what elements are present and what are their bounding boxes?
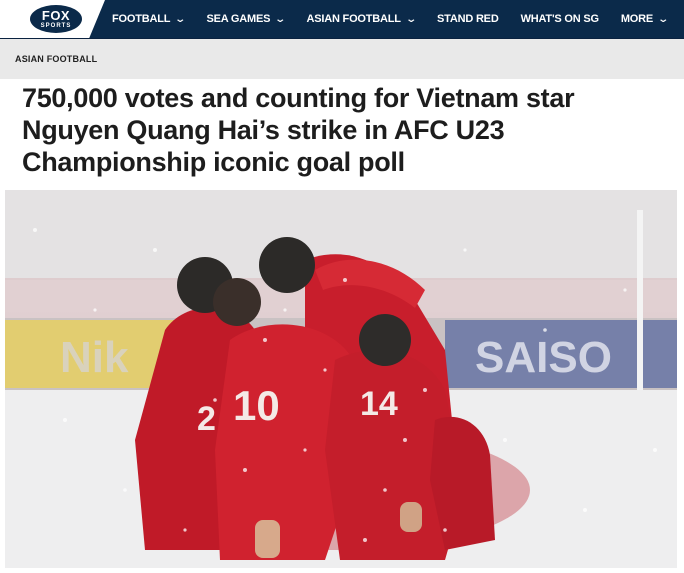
player-head xyxy=(213,278,261,326)
logo-area[interactable]: FOX SPORTS xyxy=(0,0,105,38)
nav-item-stand-red[interactable]: STAND RED xyxy=(437,13,499,25)
player-head xyxy=(359,314,411,366)
chevron-down-icon: ⌄ xyxy=(174,13,187,25)
chevron-down-icon: ⌄ xyxy=(274,13,287,25)
top-nav: FOX SPORTS FOOTBALL ⌄ SEA GAMES ⌄ ASIAN … xyxy=(0,0,684,39)
nav-item-label: MORE xyxy=(620,13,654,25)
player-head xyxy=(259,237,315,293)
nav-item-label: ASIAN FOOTBALL xyxy=(306,13,401,25)
nav-menu: FOOTBALL ⌄ SEA GAMES ⌄ ASIAN FOOTBALL ⌄ … xyxy=(112,0,684,38)
nav-item-asian-football[interactable]: ASIAN FOOTBALL ⌄ xyxy=(306,13,417,25)
hero-image: Nik SAISO 2 10 14 xyxy=(5,190,677,568)
nav-item-football[interactable]: FOOTBALL ⌄ xyxy=(112,13,187,25)
nav-item-more[interactable]: MORE ⌄ xyxy=(620,13,669,25)
jersey-number: 10 xyxy=(233,382,280,429)
chevron-down-icon: ⌄ xyxy=(405,13,417,25)
page: FOX SPORTS FOOTBALL ⌄ SEA GAMES ⌄ ASIAN … xyxy=(0,0,684,573)
nav-item-label: FOOTBALL xyxy=(112,13,171,25)
article-headline: 750,000 votes and counting for Vietnam s… xyxy=(22,83,575,177)
jersey-number: 2 xyxy=(197,400,216,438)
ad-board-daiso-text: SAISO xyxy=(475,333,612,382)
jersey-number: 14 xyxy=(360,385,398,423)
section-bar: ASIAN FOOTBALL xyxy=(0,39,684,79)
ad-board-nike-text: Nik xyxy=(60,333,129,382)
section-link[interactable]: ASIAN FOOTBALL xyxy=(15,54,97,64)
goal-post xyxy=(637,210,643,410)
nav-item-label: SEA GAMES xyxy=(206,13,271,25)
nav-item-label: WHAT'S ON SG xyxy=(520,13,599,25)
nav-item-label: STAND RED xyxy=(437,13,499,25)
logo-sports-text: SPORTS xyxy=(40,23,72,29)
nav-item-whats-on-sg[interactable]: WHAT'S ON SG xyxy=(521,13,599,25)
logo-fox-text: FOX xyxy=(41,8,71,23)
hero-illustration: Nik SAISO 2 10 14 xyxy=(5,190,677,568)
chevron-down-icon: ⌄ xyxy=(657,13,669,25)
fox-sports-logo[interactable]: FOX SPORTS xyxy=(30,5,82,33)
nav-item-sea-games[interactable]: SEA GAMES ⌄ xyxy=(206,13,287,25)
